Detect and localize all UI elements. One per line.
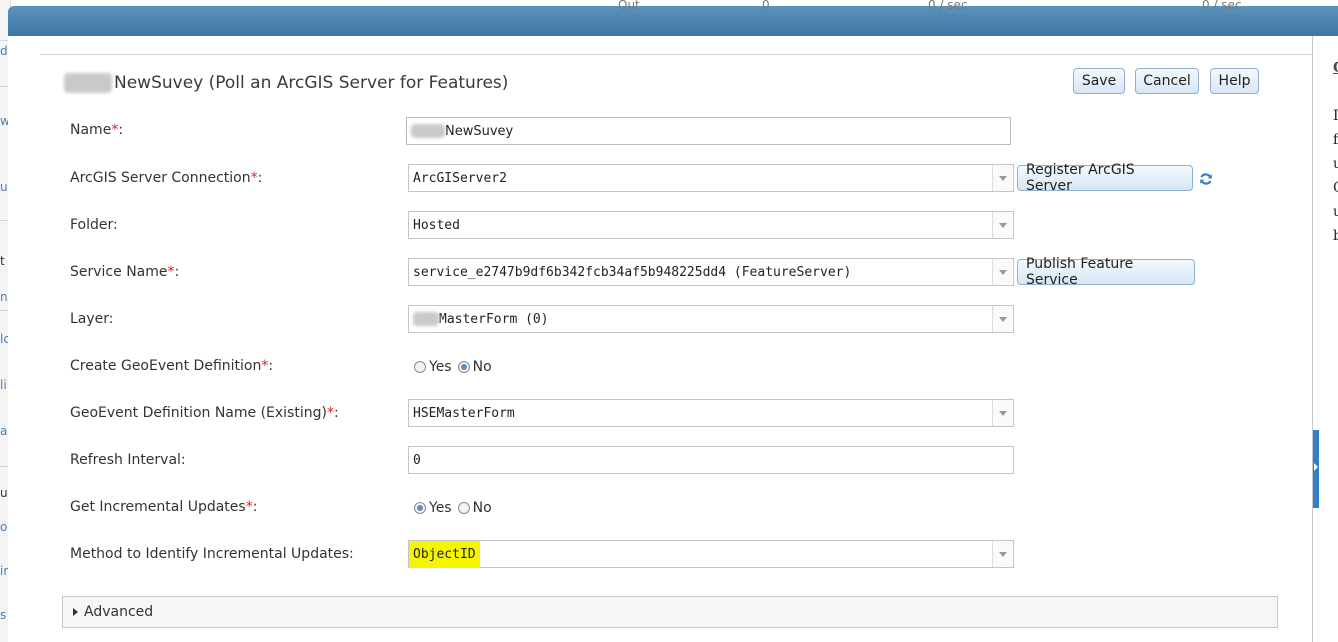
incremental-updates-radio-group: Yes No bbox=[414, 500, 498, 516]
name-label: Name*: bbox=[70, 122, 124, 138]
help-button[interactable]: Help bbox=[1210, 68, 1259, 94]
service-name-value: service_e2747b9df6b342fcb34af5b948225dd4… bbox=[413, 264, 852, 280]
incremental-yes-radio[interactable] bbox=[414, 502, 426, 514]
create-geoevent-radio-group: Yes No bbox=[414, 359, 498, 375]
create-geoevent-yes-radio[interactable] bbox=[414, 361, 426, 373]
publish-feature-service-button[interactable]: Publish Feature Service bbox=[1017, 256, 1195, 288]
chevron-down-icon[interactable] bbox=[992, 212, 1013, 238]
layer-select[interactable]: MasterForm (0) bbox=[408, 305, 1014, 333]
redacted-text bbox=[411, 124, 445, 138]
create-geoevent-no-radio[interactable] bbox=[457, 361, 470, 373]
connection-select[interactable]: ArcGIServer2 bbox=[408, 164, 1014, 192]
refresh-interval-input[interactable]: 0 bbox=[408, 446, 1014, 474]
help-side-panel: C I f u C u b bbox=[1312, 36, 1338, 642]
panel-text: C bbox=[1333, 180, 1338, 196]
chevron-down-icon[interactable] bbox=[992, 541, 1013, 567]
background-text: Out bbox=[618, 0, 640, 12]
dialog-title: NewSuvey (Poll an ArcGIS Server for Feat… bbox=[114, 73, 509, 93]
divider bbox=[40, 54, 1312, 55]
background-text: 0 bbox=[762, 0, 770, 12]
redacted-text bbox=[413, 312, 439, 326]
connection-value: ArcGIServer2 bbox=[413, 170, 507, 186]
panel-text: b bbox=[1333, 228, 1338, 244]
geoevent-name-label: GeoEvent Definition Name (Existing)*: bbox=[70, 405, 339, 421]
radio-label: No bbox=[472, 500, 492, 516]
geoevent-name-select[interactable]: HSEMasterForm bbox=[408, 399, 1014, 427]
radio-label: Yes bbox=[429, 500, 452, 516]
register-arcgis-server-button[interactable]: Register ArcGIS Server bbox=[1017, 162, 1193, 194]
panel-text: u bbox=[1333, 156, 1338, 172]
advanced-label: Advanced bbox=[84, 604, 154, 620]
name-value: NewSuvey bbox=[445, 123, 514, 139]
caret-right-icon bbox=[73, 608, 78, 616]
page-title: NewSuvey (Poll an ArcGIS Server for Feat… bbox=[64, 70, 508, 96]
incremental-updates-label: Get Incremental Updates*: bbox=[70, 499, 258, 515]
create-geoevent-label: Create GeoEvent Definition*: bbox=[70, 358, 274, 374]
refresh-icon[interactable] bbox=[1199, 172, 1213, 186]
chevron-down-icon[interactable] bbox=[992, 259, 1013, 285]
dialog-header-bar[interactable]: Out 0 0 / sec 0 / sec bbox=[8, 0, 1338, 36]
incremental-no-radio[interactable] bbox=[457, 502, 470, 514]
folder-select[interactable]: Hosted bbox=[408, 211, 1014, 239]
panel-collapse-handle[interactable] bbox=[1313, 430, 1319, 508]
panel-text: u bbox=[1333, 204, 1338, 220]
name-input[interactable]: NewSuvey bbox=[406, 117, 1011, 145]
connection-label: ArcGIS Server Connection*: bbox=[70, 170, 263, 186]
refresh-interval-label: Refresh Interval: bbox=[70, 452, 186, 468]
background-text: 0 / sec bbox=[928, 0, 968, 12]
chevron-down-icon[interactable] bbox=[992, 400, 1013, 426]
panel-text: I bbox=[1333, 108, 1338, 124]
advanced-section-toggle[interactable]: Advanced bbox=[62, 596, 1278, 628]
service-name-label: Service Name*: bbox=[70, 264, 180, 280]
layer-value: MasterForm (0) bbox=[439, 311, 549, 327]
folder-value: Hosted bbox=[413, 217, 460, 233]
cancel-button[interactable]: Cancel bbox=[1135, 68, 1199, 94]
refresh-interval-value: 0 bbox=[413, 452, 421, 468]
service-name-select[interactable]: service_e2747b9df6b342fcb34af5b948225dd4… bbox=[408, 258, 1014, 286]
folder-label: Folder: bbox=[70, 217, 118, 233]
chevron-down-icon[interactable] bbox=[992, 306, 1013, 332]
layer-label: Layer: bbox=[70, 311, 114, 327]
radio-label: Yes bbox=[429, 359, 452, 375]
radio-label: No bbox=[472, 359, 492, 375]
chevron-down-icon[interactable] bbox=[992, 165, 1013, 191]
method-value: ObjectID bbox=[409, 540, 480, 568]
panel-text: f bbox=[1333, 132, 1338, 148]
background-text: 0 / sec bbox=[1202, 0, 1242, 12]
redacted-text bbox=[64, 73, 112, 93]
geoevent-name-value: HSEMasterForm bbox=[413, 405, 515, 421]
save-button[interactable]: Save bbox=[1073, 68, 1125, 94]
method-label: Method to Identify Incremental Updates: bbox=[70, 546, 354, 562]
panel-text: C bbox=[1333, 60, 1338, 76]
method-select[interactable]: ObjectID bbox=[408, 540, 1014, 568]
